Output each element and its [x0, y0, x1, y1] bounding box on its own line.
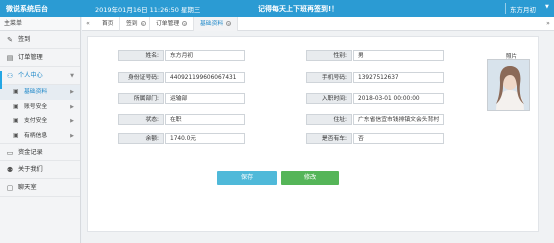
chevron-down-icon: ▼	[70, 73, 74, 79]
sidebar-item-chat[interactable]: ▢ 聊天室	[0, 179, 80, 197]
close-icon[interactable]: ×	[182, 21, 188, 26]
sidebar-item-label: 聊天室	[18, 184, 37, 191]
edit-button[interactable]: 修改	[281, 171, 339, 185]
sidebar-item-label: 签到	[18, 36, 31, 43]
tab-sign-in[interactable]: 签到 ×	[120, 17, 150, 31]
lock-icon: ▣	[13, 102, 19, 110]
user-menu[interactable]: 东方月初	[510, 4, 536, 14]
sidebar-item-label: 资金记录	[18, 149, 43, 156]
save-button[interactable]: 保存	[217, 171, 277, 185]
phone-label: 手机号码:	[306, 72, 352, 83]
profile-photo[interactable]	[487, 59, 530, 111]
status-field[interactable]: 在职	[165, 114, 245, 125]
tab-bar: « 首页 签到 × 订单管理 × 基础资料 × »	[82, 17, 554, 31]
tab-label: 订单管理	[156, 21, 180, 27]
money-icon: ▭	[6, 149, 14, 157]
sidebar-subitem-phone-info[interactable]: ▣ 有柄信息 ▶	[0, 129, 80, 144]
chevron-right-icon: ▶	[70, 103, 74, 110]
tab-home[interactable]: 首页	[96, 17, 120, 31]
sidebar-subitem-label: 有柄信息	[24, 132, 48, 139]
hiredate-field[interactable]: 2018-03-01 00:00:00	[353, 93, 444, 104]
idcard-label: 身份证号码:	[118, 72, 164, 83]
name-field[interactable]: 东方月初	[165, 50, 245, 61]
divider	[505, 3, 506, 14]
balance-field[interactable]: 1740.0元	[165, 133, 245, 144]
tab-label: 基础资料	[200, 21, 224, 27]
close-icon[interactable]: ×	[226, 21, 232, 26]
sidebar-subitem-account-security[interactable]: ▣ 账号安全 ▶	[0, 100, 80, 115]
dept-label: 所属部门:	[118, 93, 164, 104]
married-field[interactable]: 否	[353, 133, 444, 144]
chat-icon: ▢	[6, 184, 14, 192]
sidebar-subitem-label: 账号安全	[24, 103, 48, 110]
idcard-field[interactable]: 440921199606067431	[165, 72, 245, 83]
app-title: 微说系统后台	[6, 5, 48, 13]
tab-basic-info[interactable]: 基础资料 ×	[194, 17, 238, 31]
order-icon: ▤	[6, 54, 14, 62]
status-label: 状态:	[118, 114, 164, 125]
balance-label: 余额:	[118, 133, 164, 144]
edit-icon: ✎	[7, 36, 13, 44]
hiredate-label: 入职时间:	[306, 93, 352, 104]
address-field[interactable]: 广东省信宜市钱排镇文会头背村	[353, 114, 444, 125]
chevron-right-icon: ▶	[70, 118, 74, 124]
phone-field[interactable]: 13927512637	[353, 72, 444, 83]
sidebar-subitem-label: 支付安全	[24, 118, 48, 124]
chevron-right-icon: ▶	[70, 89, 74, 95]
sidebar-item-orders[interactable]: ▤ 订单管理	[0, 49, 80, 67]
chevron-right-icon: ▶	[70, 132, 74, 139]
active-marker	[0, 71, 2, 89]
gender-field[interactable]: 男	[353, 50, 444, 61]
dept-field[interactable]: 运输部	[165, 93, 245, 104]
tab-label: 签到	[126, 21, 138, 27]
sidebar: 主菜单 ✎ 签到 ▤ 订单管理 ⚇ 个人中心 ▼ ▣ 基础资料 ▶ ▣ 账号安全…	[0, 17, 81, 243]
married-label: 是否有车:	[306, 133, 352, 144]
sidebar-item-about[interactable]: ⚉ 关于我们	[0, 161, 80, 179]
gender-label: 性别:	[306, 50, 352, 61]
notice-text: 记得每天上下班再签到!！	[258, 5, 339, 13]
team-icon: ⚉	[6, 166, 14, 174]
user-icon: ⚇	[6, 72, 14, 80]
tab-scroll-right-icon[interactable]: »	[542, 17, 554, 31]
sidebar-item-personal-center[interactable]: ⚇ 个人中心 ▼	[0, 67, 80, 85]
current-datetime: 2019年01月16日 11:26:50 星期三	[95, 6, 201, 14]
sidebar-subitem-basic-info[interactable]: ▣ 基础资料 ▶	[0, 85, 80, 100]
chevron-down-icon[interactable]: ▼	[545, 4, 549, 10]
sidebar-subitem-label: 基础资料	[24, 89, 48, 95]
sidebar-subitem-payment-security[interactable]: ▣ 支付安全 ▶	[0, 114, 80, 129]
shield-icon: ▣	[13, 117, 19, 124]
sidebar-item-label: 个人中心	[18, 72, 43, 79]
name-label: 姓名:	[118, 50, 164, 61]
portrait-image	[488, 60, 529, 110]
top-bar: 微说系统后台 2019年01月16日 11:26:50 星期三 记得每天上下班再…	[0, 0, 554, 17]
close-icon[interactable]: ×	[140, 21, 146, 26]
address-label: 住址:	[306, 114, 352, 125]
sidebar-item-label: 关于我们	[18, 166, 43, 173]
phone-icon: ▣	[13, 131, 19, 139]
tab-scroll-left-icon[interactable]: «	[82, 17, 94, 31]
sidebar-title: 主菜单	[0, 17, 80, 31]
card-icon: ▣	[13, 88, 19, 95]
tab-orders[interactable]: 订单管理 ×	[150, 17, 194, 31]
sidebar-item-sign-in[interactable]: ✎ 签到	[0, 31, 80, 49]
sidebar-item-label: 订单管理	[18, 54, 43, 61]
tab-label: 首页	[102, 21, 114, 27]
sidebar-item-funds[interactable]: ▭ 资金记录	[0, 143, 80, 161]
